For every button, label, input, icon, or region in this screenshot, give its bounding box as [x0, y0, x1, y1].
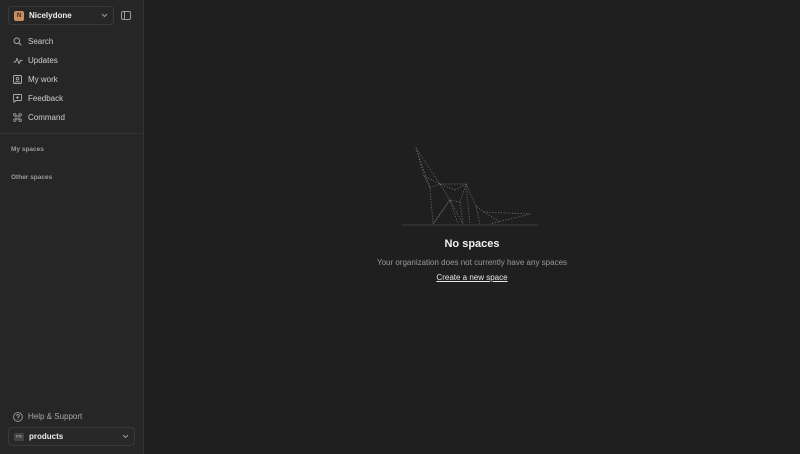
- sidebar-item-my-work[interactable]: My work: [8, 70, 136, 89]
- create-space-link[interactable]: Create a new space: [436, 273, 507, 282]
- workspace-badge: PR: [14, 432, 24, 441]
- sidebar-item-command[interactable]: Command: [8, 108, 136, 127]
- help-icon: [12, 411, 23, 422]
- help-label: Help & Support: [28, 412, 83, 421]
- feedback-icon: [12, 93, 23, 104]
- inbox-icon: [12, 74, 23, 85]
- main-content: No spaces Your organization does not cur…: [144, 0, 800, 454]
- empty-state-subtitle: Your organization does not currently hav…: [376, 258, 568, 267]
- sidebar-item-label: Command: [28, 113, 65, 122]
- help-support-link[interactable]: Help & Support: [12, 411, 82, 422]
- sidebar-item-feedback[interactable]: Feedback: [8, 89, 136, 108]
- sidebar-item-label: Search: [28, 37, 54, 46]
- create-space-link-wrapper: Create a new space: [144, 273, 800, 282]
- sidebar-item-label: My work: [28, 75, 58, 84]
- activity-icon: [12, 55, 23, 66]
- workspace-name: products: [29, 432, 64, 441]
- search-icon: [12, 36, 23, 47]
- org-avatar: N: [14, 10, 24, 21]
- sidebar-item-label: Feedback: [28, 94, 64, 103]
- workspace-switcher[interactable]: PR products: [8, 427, 135, 446]
- section-my-spaces: My spaces: [11, 146, 44, 153]
- sidebar: N Nicelydone Search Updates My work Feed…: [0, 0, 144, 454]
- sidebar-toggle-icon[interactable]: [119, 9, 133, 21]
- org-name: Nicelydone: [29, 11, 72, 20]
- sidebar-item-label: Updates: [28, 56, 58, 65]
- empty-state-illustration: [402, 147, 538, 226]
- chevron-down-icon: [121, 433, 129, 441]
- sidebar-nav: Search Updates My work Feedback Command: [8, 32, 136, 127]
- empty-state-title: No spaces: [444, 238, 500, 250]
- sidebar-item-updates[interactable]: Updates: [8, 51, 136, 70]
- command-icon: [12, 112, 23, 123]
- sidebar-divider: [0, 133, 143, 134]
- org-switcher[interactable]: N Nicelydone: [8, 6, 114, 25]
- section-other-spaces: Other spaces: [11, 174, 53, 181]
- sidebar-item-search[interactable]: Search: [8, 32, 136, 51]
- chevron-down-icon: [100, 12, 108, 20]
